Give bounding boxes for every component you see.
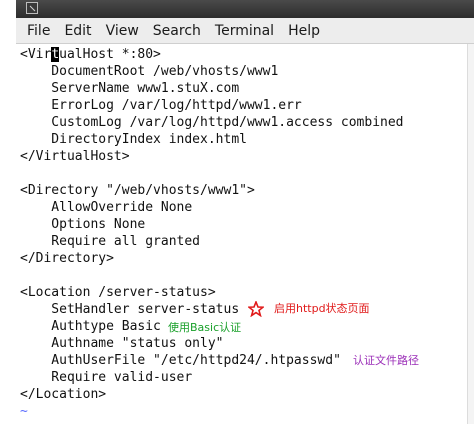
terminal-text-area[interactable]: <VirtualHost *:80> DocumentRoot /web/vho…: [16, 44, 468, 424]
code-line: </Directory>: [20, 251, 114, 266]
code-line: AuthUserFile "/etc/httpd24/.htpasswd": [20, 353, 341, 368]
scrollbar[interactable]: [467, 44, 474, 424]
menu-terminal[interactable]: Terminal: [208, 18, 281, 44]
menu-bar: File Edit View Search Terminal Help: [16, 18, 474, 44]
menu-search[interactable]: Search: [146, 18, 208, 44]
code-line: </Location>: [20, 387, 107, 402]
menu-help[interactable]: Help: [281, 18, 327, 44]
code-line: <VirtualHost *:80>: [20, 46, 161, 63]
star-icon: [248, 301, 264, 317]
code-line: Authname "status only": [20, 336, 224, 351]
annotation-enable-status: 启用httpd状态页面: [274, 302, 370, 315]
code-text: ualHost *:80>: [59, 47, 161, 62]
code-line: Require all granted: [20, 234, 201, 249]
window-titlebar: [16, 0, 474, 18]
code-line: </VirtualHost>: [20, 149, 130, 164]
code-line: ServerName www1.stuX.com: [20, 81, 240, 96]
code-line: CustomLog /var/log/httpd/www1.access com…: [20, 115, 404, 130]
menu-edit[interactable]: Edit: [57, 18, 98, 44]
menu-view[interactable]: View: [99, 18, 146, 44]
code-line: DirectoryIndex index.html: [20, 132, 247, 147]
code-line: SetHandler server-status: [20, 302, 240, 317]
annotation-use-basic: 使用Basic认证: [168, 321, 242, 334]
code-line: Authtype Basic: [20, 319, 161, 334]
code-line: <Directory "/web/vhosts/www1">: [20, 183, 255, 198]
code-line: ErrorLog /var/log/httpd/www1.err: [20, 98, 302, 113]
text-cursor: t: [51, 47, 60, 62]
code-line: DocumentRoot /web/vhosts/www1: [20, 64, 279, 79]
empty-line-tilde: ~: [20, 404, 28, 419]
code-text: <Vir: [20, 47, 52, 62]
code-line: Require valid-user: [20, 370, 193, 385]
code-line: Options None: [20, 217, 146, 232]
annotation-auth-file-path: 认证文件路径: [353, 354, 419, 367]
terminal-window-icon[interactable]: [26, 2, 38, 14]
code-line: AllowOverride None: [20, 200, 193, 215]
code-line: <Location /server-status>: [20, 285, 216, 300]
menu-file[interactable]: File: [20, 18, 57, 44]
